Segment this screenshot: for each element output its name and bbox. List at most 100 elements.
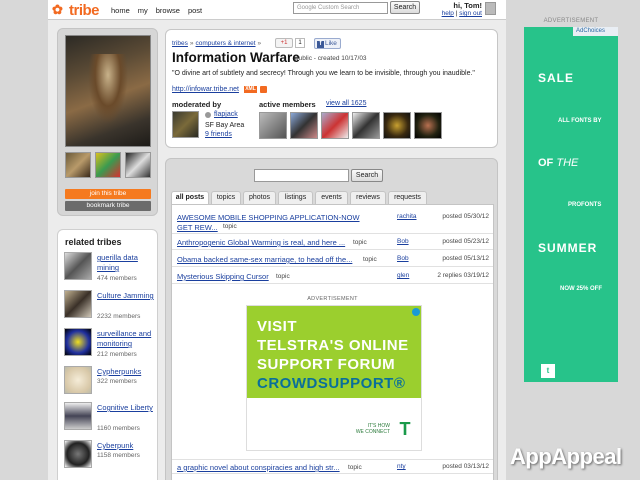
post-title[interactable]: AWESOME MOBILE SHOPPING APPLICATION-NOW … [177,213,377,233]
tab-all-posts[interactable]: all posts [171,191,209,205]
related-tribe-item[interactable]: Cognitive Liberty 1160 members [64,402,156,436]
bookmark-tribe-button[interactable]: bookmark tribe [65,201,151,211]
google-plus-one-button[interactable]: +1 [275,38,293,48]
post-author[interactable]: Bob [397,238,409,245]
post-row[interactable]: a graphic novel about conspiracies and h… [172,459,493,474]
moderated-by-label: moderated by [172,100,222,109]
member-avatar[interactable] [259,112,287,139]
related-tribe-item[interactable]: Cypherpunks 322 members [64,366,156,400]
moderator-location: SF Bay Area [205,122,245,129]
ad-headline-3: SUPPORT FORUM [257,356,396,373]
related-tribe-image[interactable] [64,402,92,430]
help-link[interactable]: help [442,10,454,17]
member-avatar[interactable] [352,112,380,139]
rss-icon[interactable] [260,86,267,93]
member-avatar[interactable] [290,112,318,139]
tribe-title: Information Warfare [172,50,300,65]
tribe-logo[interactable]: ✿ tribe [52,2,100,19]
view-all-members-link[interactable]: view all 1625 [326,100,366,107]
profonts-advertisement[interactable]: AdChoices SALE ALL FONTS BY OF THE PROFO… [524,27,618,382]
site-search-input[interactable]: Google Custom Search [293,2,388,14]
nav-my[interactable]: my [138,6,148,15]
member-avatar[interactable] [414,112,442,139]
ad-summer-text: SUMMER [538,241,598,255]
related-tribe-item[interactable]: guerilla data mining 474 members [64,252,156,286]
related-tribe-name[interactable]: Cognitive Liberty [97,403,157,413]
member-avatar[interactable] [321,112,349,139]
ad-all-fonts-text: ALL FONTS BY [558,118,602,124]
related-tribe-name[interactable]: Culture Jamming [97,291,157,301]
related-tribe-name[interactable]: surveillance and monitoring [97,329,157,349]
post-date: posted 03/13/12 [442,463,489,470]
nav-home[interactable]: home [111,6,130,15]
tribe-thumb-3[interactable] [125,152,151,178]
tribe-search-input[interactable] [254,169,349,182]
join-tribe-button[interactable]: join this tribe [65,189,151,199]
xml-feed-badge[interactable]: XML [244,86,257,93]
related-tribe-name[interactable]: Cypherpunks [97,367,157,377]
post-author[interactable]: Bob [397,255,409,262]
nav-browse[interactable]: browse [156,6,180,15]
related-tribe-count: 212 members [97,351,137,358]
tribe-url-link[interactable]: http://infowar.tribe.net [172,86,239,93]
breadcrumb-category[interactable]: computers & internet [196,40,256,47]
tribe-search-button[interactable]: Search [351,169,383,182]
post-title[interactable]: Obama backed same-sex marriage, to head … [177,255,352,265]
moderator-name[interactable]: flapjack [214,111,238,118]
post-title[interactable]: Anthropogenic Global Warming is real, an… [177,238,345,248]
related-tribe-item[interactable]: Cyberpunk 1158 members [64,440,156,474]
appappeal-watermark: AppAppeal [510,444,622,469]
user-avatar[interactable] [485,2,496,15]
moderator-avatar[interactable] [172,111,199,138]
tab-listings[interactable]: listings [278,191,313,204]
breadcrumb-tribes[interactable]: tribes [172,40,188,47]
ad-headline-1: VISIT [257,318,298,335]
post-author[interactable]: nty [397,463,406,470]
post-title[interactable]: a graphic novel about conspiracies and h… [177,463,340,473]
adchoices-link[interactable]: AdChoices [573,27,618,36]
ad-choices-icon[interactable] [412,308,420,316]
site-search-button[interactable]: Search [390,1,420,14]
tribe-thumb-1[interactable] [65,152,91,178]
related-tribe-image[interactable] [64,328,92,356]
tribe-thumb-2[interactable] [95,152,121,178]
facebook-icon: f [317,41,324,48]
tab-reviews[interactable]: reviews [350,191,386,204]
tribe-main-photo[interactable] [65,35,151,147]
related-tribe-image[interactable] [64,366,92,394]
google-plus-count: 1 [295,38,305,48]
related-tribe-count: 474 members [97,275,137,282]
twitter-icon[interactable]: t [541,364,555,378]
moderator-friends-link[interactable]: 9 friends [205,131,232,138]
related-tribe-image[interactable] [64,440,92,468]
breadcrumb: tribes» computers & internet» [172,40,262,47]
post-row[interactable]: Mysterious Skipping Cursor topic glen 2 … [172,269,493,284]
related-tribe-name[interactable]: guerilla data mining [97,253,157,273]
tab-events[interactable]: events [315,191,348,204]
telstra-advertisement[interactable]: VISIT TELSTRA'S ONLINE SUPPORT FORUM CRO… [246,305,422,451]
related-tribe-name[interactable]: Cyberpunk [97,441,157,451]
ad-profonts-text: PROFONTS [568,202,602,208]
post-row[interactable]: AWESOME MOBILE SHOPPING APPLICATION-NOW … [172,210,493,234]
account-links: help | sign out [441,10,482,17]
related-tribe-image[interactable] [64,252,92,280]
post-tag: topic [223,223,237,230]
tab-photos[interactable]: photos [243,191,276,204]
tab-topics[interactable]: topics [211,191,241,204]
facebook-like-button[interactable]: f Like [314,38,341,49]
related-tribe-item[interactable]: surveillance and monitoring 212 members [64,328,156,362]
tribe-meta: public - created 10/17/03 [295,55,367,62]
member-avatar[interactable] [383,112,411,139]
nav-post[interactable]: post [188,6,202,15]
post-row[interactable]: Anthropogenic Global Warming is real, an… [172,235,493,250]
post-author[interactable]: rachita [397,213,417,220]
post-date: posted 05/23/12 [442,238,489,245]
active-members-label: active members [259,100,316,109]
related-tribe-image[interactable] [64,290,92,318]
sign-out-link[interactable]: sign out [459,10,482,17]
tab-requests[interactable]: requests [388,191,427,204]
post-author[interactable]: glen [397,272,409,279]
post-row[interactable]: Obama backed same-sex marriage, to head … [172,252,493,267]
post-title[interactable]: Mysterious Skipping Cursor [177,272,269,282]
related-tribe-item[interactable]: Culture Jamming 2232 members [64,290,156,324]
